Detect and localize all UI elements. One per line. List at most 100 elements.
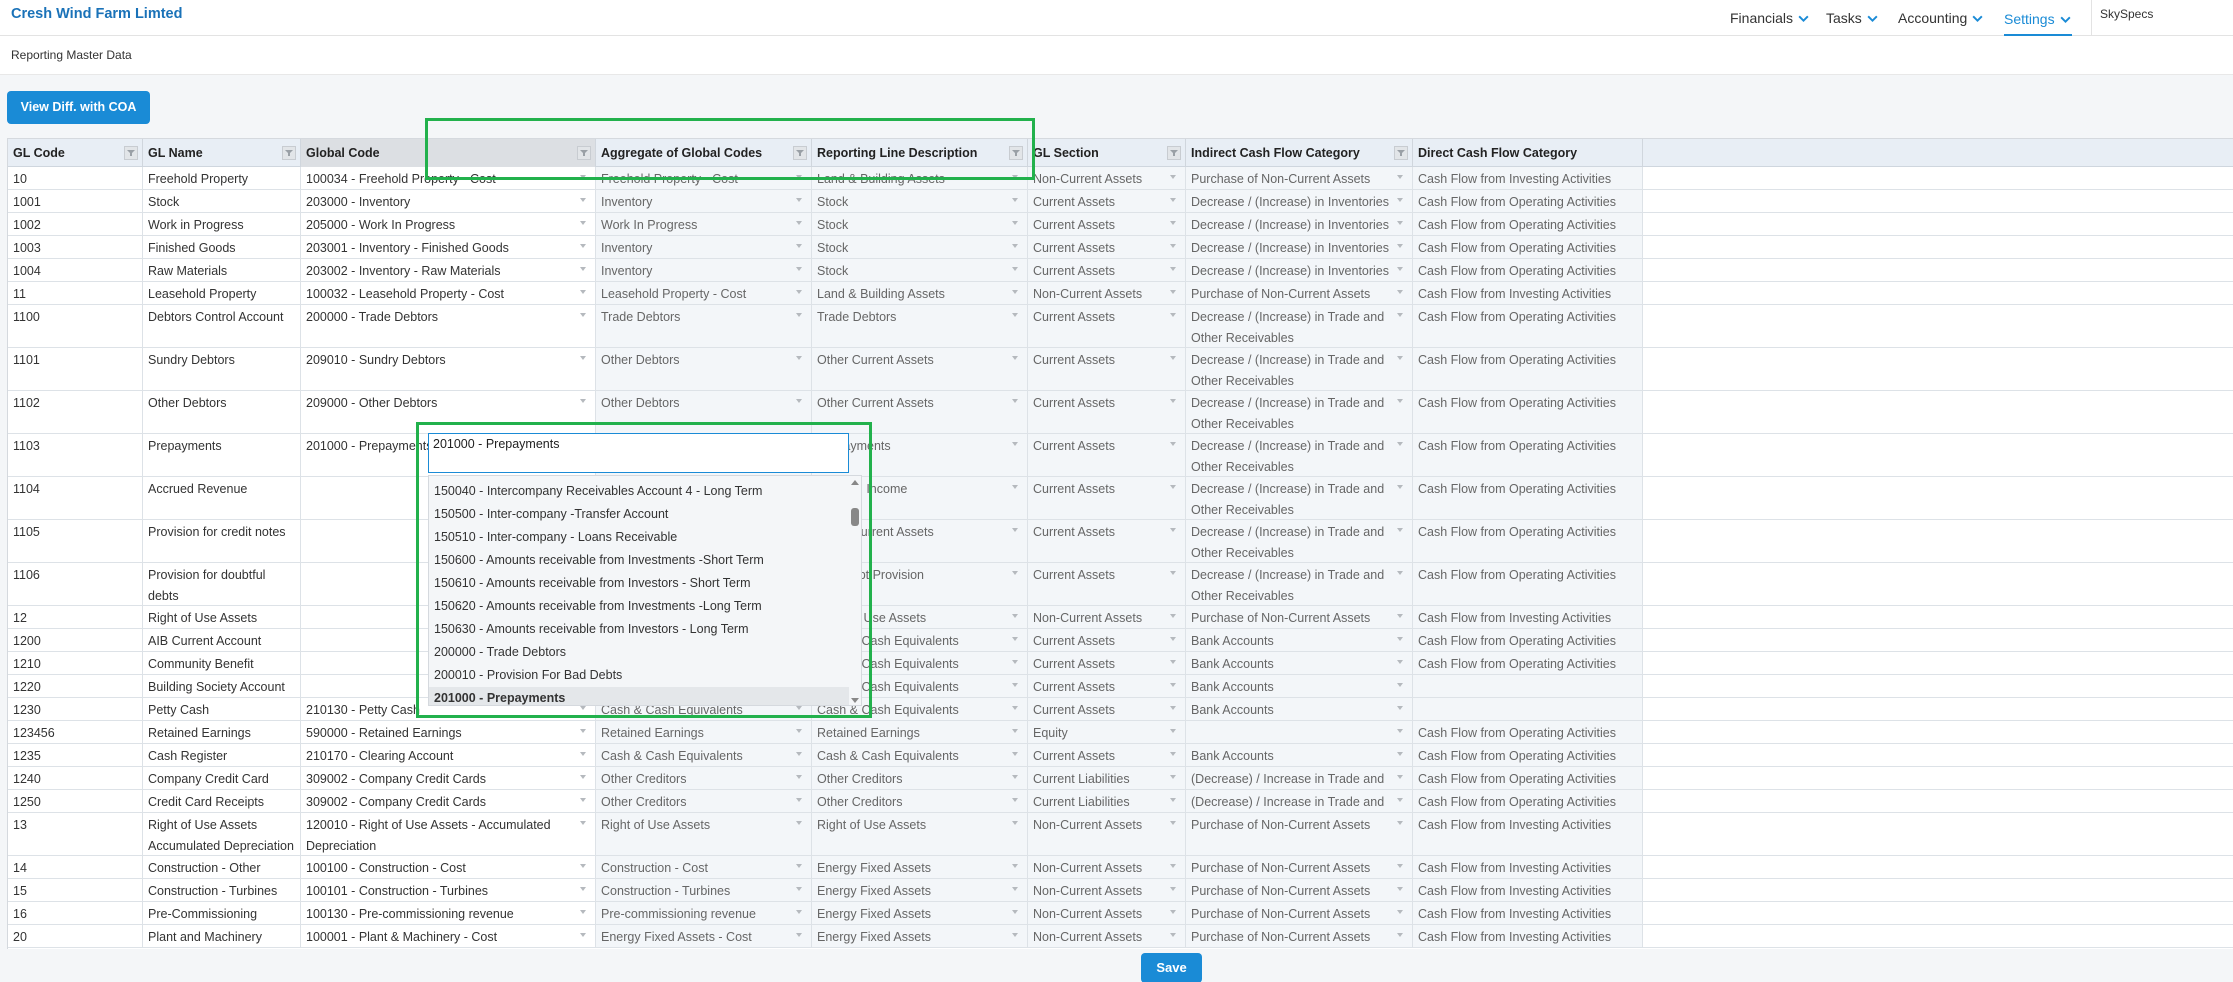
- save-button[interactable]: Save: [1141, 953, 1202, 982]
- user-name[interactable]: SkySpecs: [2100, 7, 2153, 21]
- global-code-editor-input[interactable]: 201000 - Prepayments: [428, 433, 849, 473]
- filter-icon[interactable]: [282, 146, 296, 160]
- table-row[interactable]: 1104Accrued RevenueAccrued IncomeAccrued…: [8, 477, 2233, 520]
- column-header-direct-cash-flow-category[interactable]: Direct Cash Flow Category: [1413, 139, 1643, 167]
- filter-icon[interactable]: [577, 146, 591, 160]
- table-row[interactable]: 1100 Debtors Control Account 200000 - Trad…: [8, 305, 2233, 348]
- table-row[interactable]: 1250 Credit Card Receipts 309002 - Company…: [8, 790, 2233, 813]
- cell-global-code[interactable]: 590000 - Retained Earnings: [301, 721, 596, 743]
- nav-financials[interactable]: Financials: [1730, 4, 1810, 32]
- filter-icon[interactable]: [1009, 146, 1023, 160]
- dropdown-arrow-icon[interactable]: [580, 356, 586, 360]
- dropdown-arrow-icon[interactable]: [580, 399, 586, 403]
- dropdown-arrow-icon[interactable]: [580, 821, 586, 825]
- table-row[interactable]: 14 Construction - Other 100100 - Construct…: [8, 856, 2233, 879]
- cell-global-code[interactable]: 100034 - Freehold Property - Cost: [301, 167, 596, 189]
- dropdown-arrow-icon[interactable]: [580, 798, 586, 802]
- cell-global-code[interactable]: 200000 - Trade Debtors: [301, 305, 596, 347]
- column-header-gl-code[interactable]: GL Code: [8, 139, 143, 167]
- column-header-gl-name[interactable]: GL Name: [143, 139, 301, 167]
- table-row[interactable]: 1230 Petty Cash 210130 - Petty Cash Cash & …: [8, 698, 2233, 721]
- table-row[interactable]: 1103 Prepayments 201000 - Prepayments Prepa…: [8, 434, 2233, 477]
- cell-global-code[interactable]: 100001 - Plant & Machinery - Cost: [301, 925, 596, 947]
- table-row[interactable]: 1220Building Society AccountRestricted C…: [8, 675, 2233, 698]
- dropdown-arrow-icon[interactable]: [580, 244, 586, 248]
- dropdown-option[interactable]: 150630 - Amounts receivable from Investo…: [429, 618, 849, 641]
- table-row[interactable]: 1101 Sundry Debtors 209010 - Sundry Debtor…: [8, 348, 2233, 391]
- table-row[interactable]: 15 Construction - Turbines 100101 - Constr…: [8, 879, 2233, 902]
- table-row[interactable]: 1004 Raw Materials 203002 - Inventory - Ra…: [8, 259, 2233, 282]
- dropdown-option[interactable]: 150600 - Amounts receivable from Investm…: [429, 549, 849, 572]
- dropdown-arrow-icon[interactable]: [580, 313, 586, 317]
- table-row[interactable]: 11 Leasehold Property 100032 - Leasehold P…: [8, 282, 2233, 305]
- cell-global-code[interactable]: 120010 - Right of Use Assets - Accumulat…: [301, 813, 596, 855]
- filter-icon[interactable]: [124, 146, 138, 160]
- dropdown-arrow-icon[interactable]: [580, 775, 586, 779]
- nav-accounting[interactable]: Accounting: [1898, 4, 1984, 32]
- cell-global-code[interactable]: 100100 - Construction - Cost: [301, 856, 596, 878]
- cell-global-code[interactable]: 203000 - Inventory: [301, 190, 596, 212]
- dropdown-arrow-icon[interactable]: [580, 729, 586, 733]
- table-row[interactable]: 1210Community Benefit Holding AcCash & C…: [8, 652, 2233, 675]
- column-header-reporting-line-description[interactable]: Reporting Line Description: [812, 139, 1028, 167]
- table-row[interactable]: 1106 Provision for doubtful debts Bad Debt…: [8, 563, 2233, 606]
- table-row[interactable]: 1003 Finished Goods 203001 - Inventory - F…: [8, 236, 2233, 259]
- column-header-global-code[interactable]: Global Code: [301, 139, 596, 167]
- filter-icon[interactable]: [1394, 146, 1408, 160]
- scroll-down-icon[interactable]: [851, 698, 859, 703]
- cell-global-code[interactable]: 203002 - Inventory - Raw Materials: [301, 259, 596, 281]
- dropdown-arrow-icon[interactable]: [580, 910, 586, 914]
- dropdown-option[interactable]: 150510 - Inter-company - Loans Receivabl…: [429, 526, 849, 549]
- dropdown-option[interactable]: 200010 - Provision For Bad Debts: [429, 664, 849, 687]
- company-name[interactable]: Cresh Wind Farm Limted: [11, 6, 182, 22]
- cell-global-code[interactable]: 309002 - Company Credit Cards: [301, 790, 596, 812]
- dropdown-option[interactable]: 150040 - Intercompany Receivables Accoun…: [429, 480, 849, 503]
- dropdown-arrow-icon[interactable]: [580, 267, 586, 271]
- table-row[interactable]: 10 Freehold Property 100034 - Freehold Pro…: [8, 167, 2233, 190]
- dropdown-option[interactable]: 201000 - Prepayments: [429, 687, 849, 705]
- table-row[interactable]: 1200AIB Current AccountRestricted Cash &…: [8, 629, 2233, 652]
- global-code-dropdown-list[interactable]: 201000 - Prepayments 200010 - Provision F…: [428, 475, 862, 706]
- table-row[interactable]: 20 Plant and Machinery 100001 - Plant & Ma…: [8, 925, 2233, 948]
- column-header-gl-section[interactable]: GL Section: [1028, 139, 1186, 167]
- cell-global-code[interactable]: 203001 - Inventory - Finished Goods: [301, 236, 596, 258]
- table-row[interactable]: 1235 Cash Register 210170 - Clearing Accou…: [8, 744, 2233, 767]
- table-row[interactable]: 16Pre-Commissioning Revenue100130 - Pre-…: [8, 902, 2233, 925]
- table-row[interactable]: 123456Retained Earnings System Account59…: [8, 721, 2233, 744]
- cell-global-code[interactable]: 309002 - Company Credit Cards: [301, 767, 596, 789]
- cell-global-code[interactable]: 100101 - Construction - Turbines: [301, 879, 596, 901]
- dropdown-option[interactable]: 150620 - Amounts receivable from Investm…: [429, 595, 849, 618]
- scroll-up-icon[interactable]: [851, 480, 859, 485]
- nav-settings[interactable]: Settings: [2004, 4, 2072, 36]
- nav-tasks[interactable]: Tasks: [1826, 4, 1879, 32]
- dropdown-arrow-icon[interactable]: [580, 752, 586, 756]
- cell-global-code[interactable]: 209000 - Other Debtors: [301, 391, 596, 433]
- filter-icon[interactable]: [793, 146, 807, 160]
- table-row[interactable]: 1105Provision for credit notesOther Debt…: [8, 520, 2233, 563]
- dropdown-arrow-icon[interactable]: [580, 198, 586, 202]
- table-row[interactable]: 1240 Company Credit Card 309002 - Company …: [8, 767, 2233, 790]
- view-diff-button[interactable]: View Diff. with COA: [7, 91, 150, 124]
- dropdown-arrow-icon[interactable]: [580, 175, 586, 179]
- cell-global-code[interactable]: 205000 - Work In Progress: [301, 213, 596, 235]
- cell-global-code[interactable]: 100032 - Leasehold Property - Cost: [301, 282, 596, 304]
- table-row[interactable]: 12 Right of Use Assets Right of Use Assets…: [8, 606, 2233, 629]
- dropdown-arrow-icon[interactable]: [580, 933, 586, 937]
- dropdown-arrow-icon[interactable]: [580, 887, 586, 891]
- dropdown-option[interactable]: 200000 - Trade Debtors: [429, 641, 849, 664]
- dropdown-option[interactable]: 150610 - Amounts receivable from Investo…: [429, 572, 849, 595]
- dropdown-scrollbar[interactable]: [849, 476, 861, 705]
- dropdown-arrow-icon[interactable]: [580, 706, 586, 710]
- column-header-aggregate-of-global-codes[interactable]: Aggregate of Global Codes: [596, 139, 812, 167]
- scroll-thumb[interactable]: [851, 508, 859, 526]
- table-row[interactable]: 1001 Stock 203000 - Inventory Inventory Stoc…: [8, 190, 2233, 213]
- cell-global-code[interactable]: 100130 - Pre-commissioning revenue: [301, 902, 596, 924]
- filter-icon[interactable]: [1167, 146, 1181, 160]
- table-row[interactable]: 13 Right of Use Assets Accumulated Deprec…: [8, 813, 2233, 856]
- cell-global-code[interactable]: 210170 - Clearing Account: [301, 744, 596, 766]
- dropdown-arrow-icon[interactable]: [580, 864, 586, 868]
- column-header-indirect-cash-flow-category[interactable]: Indirect Cash Flow Category: [1186, 139, 1413, 167]
- dropdown-arrow-icon[interactable]: [580, 221, 586, 225]
- dropdown-arrow-icon[interactable]: [580, 290, 586, 294]
- cell-global-code[interactable]: 209010 - Sundry Debtors: [301, 348, 596, 390]
